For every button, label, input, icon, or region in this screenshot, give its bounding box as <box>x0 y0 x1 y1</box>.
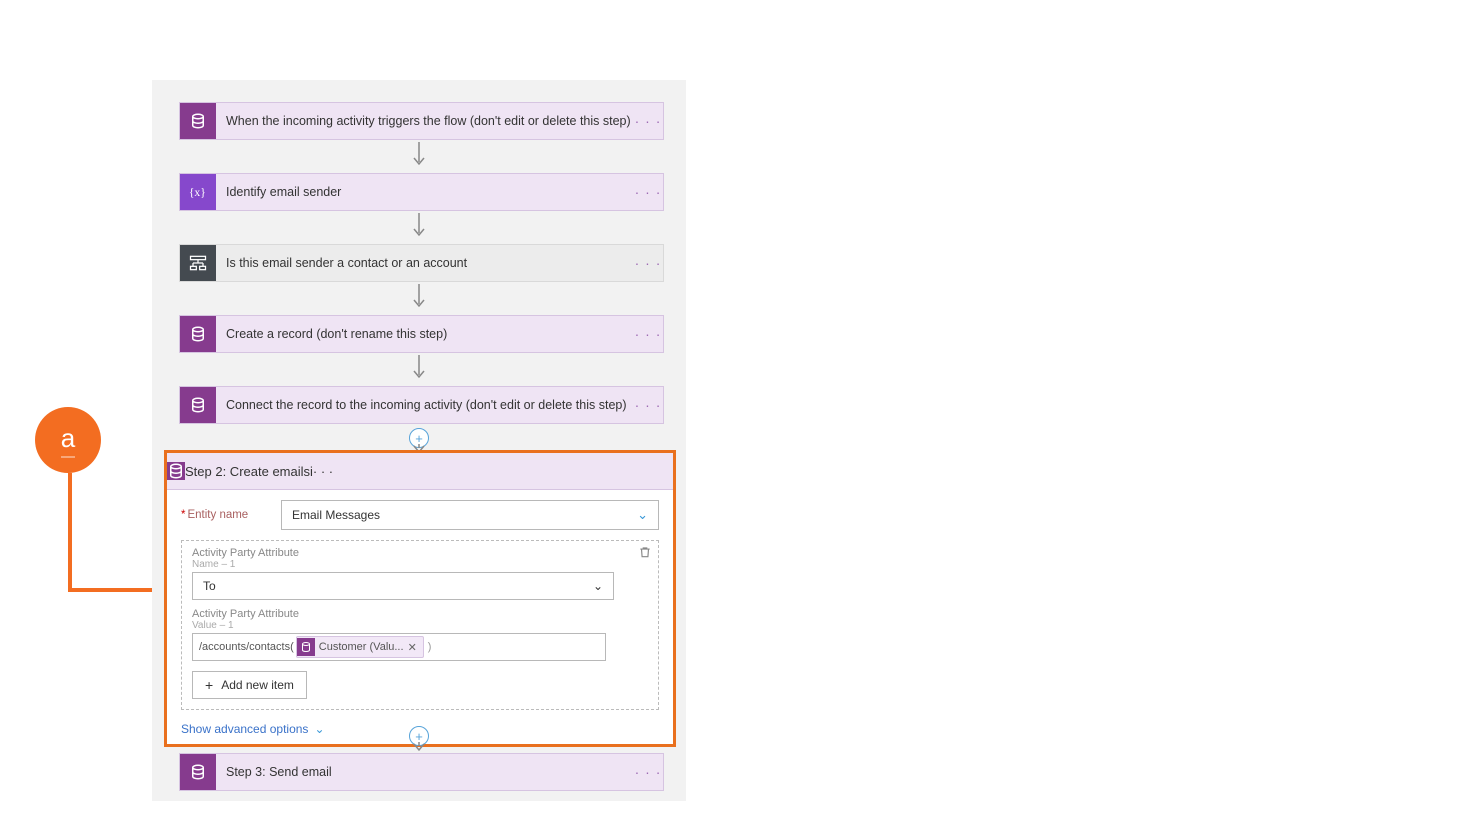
show-advanced-options-link[interactable]: Show advanced options ⌄ <box>181 722 325 736</box>
database-icon <box>297 638 315 656</box>
plus-icon: + <box>205 677 213 693</box>
card-title: Step 2: Create emails <box>185 464 310 479</box>
flow-step-create-record[interactable]: Create a record (don't rename this step)… <box>179 315 664 353</box>
step-label: Step 3: Send email <box>216 765 633 779</box>
add-new-item-button[interactable]: + Add new item <box>192 671 307 699</box>
flow-step-trigger[interactable]: When the incoming activity triggers the … <box>179 102 664 140</box>
more-icon[interactable]: · · · <box>633 397 663 413</box>
database-icon <box>167 462 185 480</box>
party-value-group-label: Activity Party Attribute <box>192 608 648 620</box>
flow-arrow <box>411 353 427 383</box>
flow-step-connect-record[interactable]: Connect the record to the incoming activ… <box>179 386 664 424</box>
more-icon[interactable]: · · · <box>633 255 663 271</box>
database-icon <box>180 387 216 423</box>
party-value-prefix: /accounts/contacts( <box>199 641 294 653</box>
svg-text:{x}: {x} <box>189 186 206 199</box>
annotation-bubble: a <box>35 407 101 473</box>
flow-step-identify[interactable]: {x} Identify email sender · · · <box>179 173 664 211</box>
party-value-sub: Value – 1 <box>192 620 648 631</box>
chevron-down-icon: ⌄ <box>314 722 324 736</box>
more-icon[interactable]: · · · <box>313 464 333 479</box>
step-label: Identify email sender <box>216 185 633 199</box>
database-icon <box>180 103 216 139</box>
entity-name-value: Email Messages <box>292 508 380 522</box>
database-icon <box>180 316 216 352</box>
chevron-down-icon: ⌄ <box>637 507 648 523</box>
party-name-select[interactable]: To ⌄ <box>192 572 614 600</box>
database-icon <box>180 754 216 790</box>
flow-step-create-emails-expanded: Step 2: Create emails i · · · *Entity na… <box>164 450 676 747</box>
step-label: Is this email sender a contact or an acc… <box>216 256 633 270</box>
card-header[interactable]: Step 2: Create emails i · · · <box>167 453 673 490</box>
activity-party-group: Activity Party Attribute Name – 1 To ⌄ A… <box>181 540 659 710</box>
party-value-input[interactable]: /accounts/contacts( Customer (Valu... ✕ … <box>192 633 606 661</box>
flow-canvas: When the incoming activity triggers the … <box>152 80 686 801</box>
more-icon[interactable]: · · · <box>633 184 663 200</box>
more-icon[interactable]: · · · <box>633 113 663 129</box>
party-name-group-label: Activity Party Attribute <box>192 547 648 559</box>
entity-name-label: *Entity name <box>181 509 281 521</box>
remove-token-icon[interactable]: ✕ <box>408 641 417 654</box>
flow-arrow <box>411 140 427 170</box>
entity-name-select[interactable]: Email Messages ⌄ <box>281 500 659 530</box>
flow-arrow <box>411 211 427 241</box>
step-label: When the incoming activity triggers the … <box>216 114 633 128</box>
annotation-connector <box>68 588 161 592</box>
chevron-down-icon: ⌄ <box>593 579 603 593</box>
party-value-suffix: ) <box>428 641 432 653</box>
flow-arrow <box>411 732 427 752</box>
delete-icon[interactable] <box>638 545 652 559</box>
variable-icon: {x} <box>180 174 216 210</box>
flow-step-condition[interactable]: Is this email sender a contact or an acc… <box>179 244 664 282</box>
flow-step-send-email[interactable]: Step 3: Send email · · · <box>179 753 664 791</box>
party-name-value: To <box>203 579 216 593</box>
annotation-connector <box>68 473 72 591</box>
switch-icon <box>180 245 216 281</box>
add-item-label: Add new item <box>221 678 294 692</box>
step-label: Connect the record to the incoming activ… <box>216 398 633 412</box>
token-label: Customer (Valu... <box>319 641 404 653</box>
party-name-sub: Name – 1 <box>192 559 648 570</box>
flow-arrow <box>411 282 427 312</box>
step-label: Create a record (don't rename this step) <box>216 327 633 341</box>
more-icon[interactable]: · · · <box>633 764 663 780</box>
advanced-label: Show advanced options <box>181 722 308 736</box>
dynamic-token[interactable]: Customer (Valu... ✕ <box>296 636 424 658</box>
annotation-label: a <box>61 423 75 458</box>
more-icon[interactable]: · · · <box>633 326 663 342</box>
